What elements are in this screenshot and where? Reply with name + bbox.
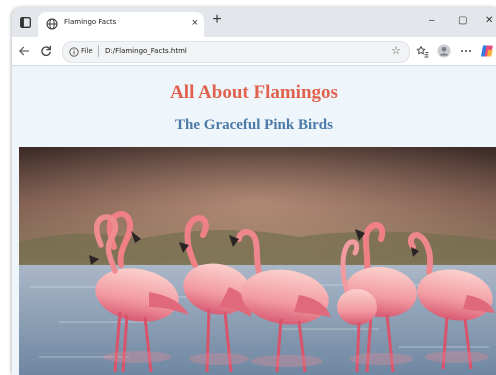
profile-icon[interactable] <box>437 44 451 58</box>
tab-title: Flamingo Facts <box>64 18 117 26</box>
back-arrow-icon[interactable] <box>17 44 31 58</box>
page-title: All About Flamingos <box>170 82 338 103</box>
address-bar[interactable]: File D:/Flamingo_Facts.html ☆ <box>62 41 410 63</box>
star-icon[interactable]: ☆ <box>391 45 401 57</box>
maximize-button[interactable]: ▢ <box>458 15 467 27</box>
minimize-button[interactable]: – <box>429 15 435 27</box>
info-icon[interactable] <box>69 47 79 57</box>
title-bar: Flamingo Facts × + – ▢ ✕ <box>12 7 496 37</box>
tab-close-button[interactable]: × <box>192 17 198 29</box>
address-divider <box>98 45 99 57</box>
file-scheme-label: File <box>81 47 93 55</box>
reload-icon[interactable] <box>39 44 53 58</box>
browser-tab[interactable]: Flamingo Facts × <box>38 12 204 37</box>
copilot-icon[interactable] <box>480 44 494 58</box>
url-text[interactable]: D:/Flamingo_Facts.html <box>105 47 187 55</box>
page-content: All About Flamingos The Graceful Pink Bi… <box>12 66 496 375</box>
flamingo-photo <box>19 147 496 375</box>
close-window-button[interactable]: ✕ <box>485 15 493 27</box>
favorites-icon[interactable] <box>415 44 429 58</box>
navigation-bar: File D:/Flamingo_Facts.html ☆ <box>12 37 496 66</box>
browser-window: Flamingo Facts × + – ▢ ✕ File D:/Flaming… <box>12 7 496 375</box>
page-subtitle: The Graceful Pink Birds <box>175 117 333 133</box>
new-tab-button[interactable]: + <box>209 12 225 28</box>
tab-actions-icon[interactable] <box>18 15 32 29</box>
globe-icon <box>46 18 58 30</box>
more-icon[interactable] <box>459 44 473 58</box>
